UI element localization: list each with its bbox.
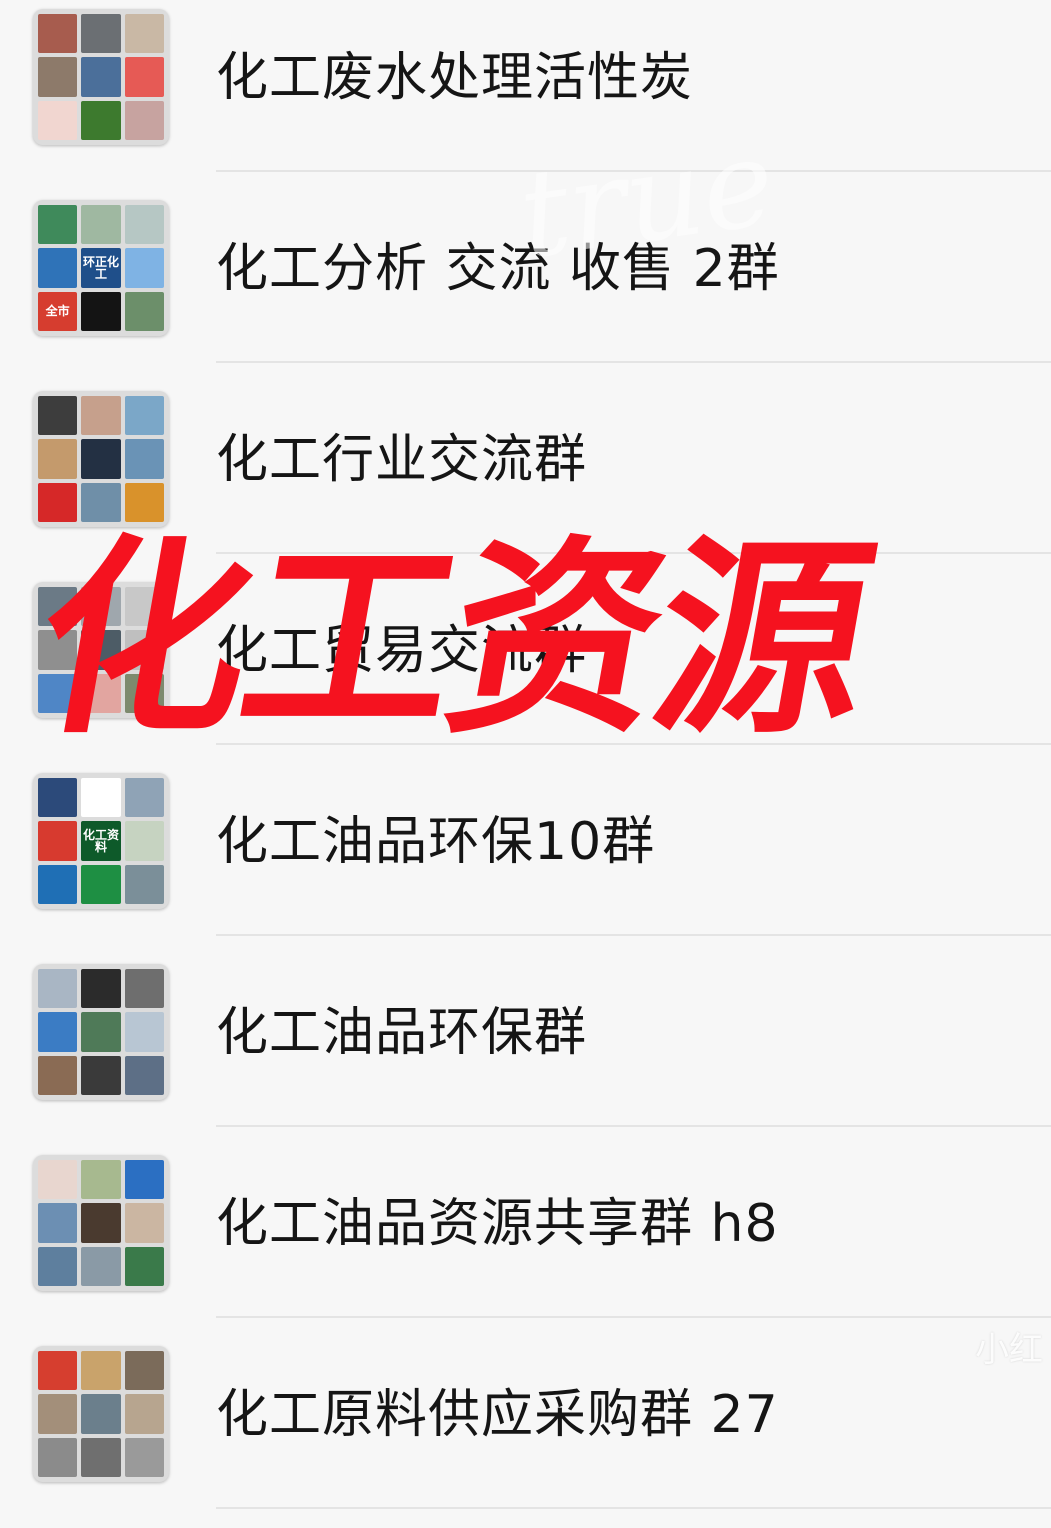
group-name: 化工油品环保群 xyxy=(216,1003,588,1063)
avatar-tile xyxy=(124,205,164,245)
avatar-tile xyxy=(38,205,78,245)
avatar-tile xyxy=(38,248,78,288)
avatar-tile xyxy=(124,778,164,818)
avatar-tile xyxy=(124,821,164,861)
group-name: 化工行业交流群 xyxy=(216,430,588,490)
row-divider xyxy=(216,934,1051,936)
group-name: 化工油品资源共享群 h8 xyxy=(216,1194,779,1254)
avatar-tile xyxy=(124,1203,164,1243)
avatar-tile xyxy=(81,1012,121,1052)
avatar-tile: 全市 xyxy=(38,291,78,331)
avatar-tile xyxy=(81,439,121,479)
row-divider xyxy=(216,1125,1051,1127)
avatar-tile xyxy=(81,205,121,245)
avatar-tile xyxy=(38,396,78,436)
avatar-tile xyxy=(81,14,121,54)
avatar-tile xyxy=(81,1160,121,1200)
avatar-tile xyxy=(38,57,78,97)
group-name: 化工废水处理活性炭 xyxy=(216,48,694,108)
avatar-tile xyxy=(124,1246,164,1286)
avatar-tile-label: 环正化工 xyxy=(82,254,119,281)
avatar-tile xyxy=(81,1055,121,1095)
avatar-tile xyxy=(38,1055,78,1095)
avatar-tile xyxy=(124,439,164,479)
avatar-tile xyxy=(124,1012,164,1052)
group-avatar[interactable] xyxy=(33,391,169,527)
avatar-tile xyxy=(81,1394,121,1434)
avatar-tile xyxy=(81,1351,121,1391)
avatar-tile xyxy=(38,969,78,1009)
avatar-tile xyxy=(124,100,164,140)
avatar-tile xyxy=(38,821,78,861)
avatar-tile xyxy=(38,1394,78,1434)
avatar-tile xyxy=(81,1246,121,1286)
avatar-tile xyxy=(38,1437,78,1477)
avatar-tile xyxy=(124,969,164,1009)
avatar-tile xyxy=(81,57,121,97)
avatar-tile xyxy=(38,778,78,818)
overlay-title: 化工资源 xyxy=(18,517,886,762)
avatar-tile xyxy=(124,396,164,436)
avatar-tile xyxy=(38,14,78,54)
avatar-tile xyxy=(81,1203,121,1243)
avatar-tile xyxy=(38,864,78,904)
row-divider xyxy=(216,1507,1051,1509)
group-chat-row[interactable]: 化工资料 化工油品环保10群 xyxy=(0,764,1051,955)
row-divider xyxy=(216,361,1051,363)
group-avatar[interactable]: 环正化工全市 xyxy=(33,200,169,336)
avatar-tile xyxy=(124,1160,164,1200)
avatar-tile xyxy=(81,291,121,331)
avatar-tile-label: 化工资料 xyxy=(82,827,119,854)
avatar-tile xyxy=(38,100,78,140)
avatar-tile xyxy=(124,1394,164,1434)
group-avatar[interactable]: 化工资料 xyxy=(33,773,169,909)
group-avatar[interactable] xyxy=(33,9,169,145)
avatar-tile xyxy=(81,396,121,436)
brand-watermark: 小红 xyxy=(975,1330,1043,1370)
avatar-tile xyxy=(38,1246,78,1286)
avatar-tile xyxy=(81,864,121,904)
avatar-tile-label: 全市 xyxy=(45,304,70,319)
avatar-tile: 化工资料 xyxy=(81,821,121,861)
group-avatar[interactable] xyxy=(33,964,169,1100)
group-chat-row[interactable]: 化工油品资源共享群 h8 xyxy=(0,1146,1051,1337)
group-avatar[interactable] xyxy=(33,1155,169,1291)
avatar-tile xyxy=(38,1160,78,1200)
avatar-tile xyxy=(81,778,121,818)
avatar-tile xyxy=(124,248,164,288)
avatar-tile xyxy=(124,291,164,331)
avatar-tile xyxy=(124,57,164,97)
avatar-tile xyxy=(81,1437,121,1477)
avatar-tile xyxy=(38,1203,78,1243)
avatar-tile xyxy=(38,1012,78,1052)
avatar-tile xyxy=(124,1055,164,1095)
row-divider xyxy=(216,1316,1051,1318)
group-avatar[interactable] xyxy=(33,1346,169,1482)
avatar-tile xyxy=(38,439,78,479)
avatar-tile xyxy=(81,100,121,140)
avatar-tile xyxy=(124,14,164,54)
avatar-tile xyxy=(124,1437,164,1477)
avatar-tile xyxy=(124,1351,164,1391)
avatar-tile xyxy=(81,969,121,1009)
group-chat-row[interactable]: 化工油品环保群 xyxy=(0,955,1051,1146)
avatar-tile xyxy=(124,864,164,904)
group-chat-row[interactable]: 化工原料供应采购群 27 xyxy=(0,1337,1051,1528)
avatar-tile xyxy=(38,1351,78,1391)
avatar-tile: 环正化工 xyxy=(81,248,121,288)
group-name: 化工油品环保10群 xyxy=(216,812,656,872)
group-name: 化工原料供应采购群 27 xyxy=(216,1385,779,1445)
